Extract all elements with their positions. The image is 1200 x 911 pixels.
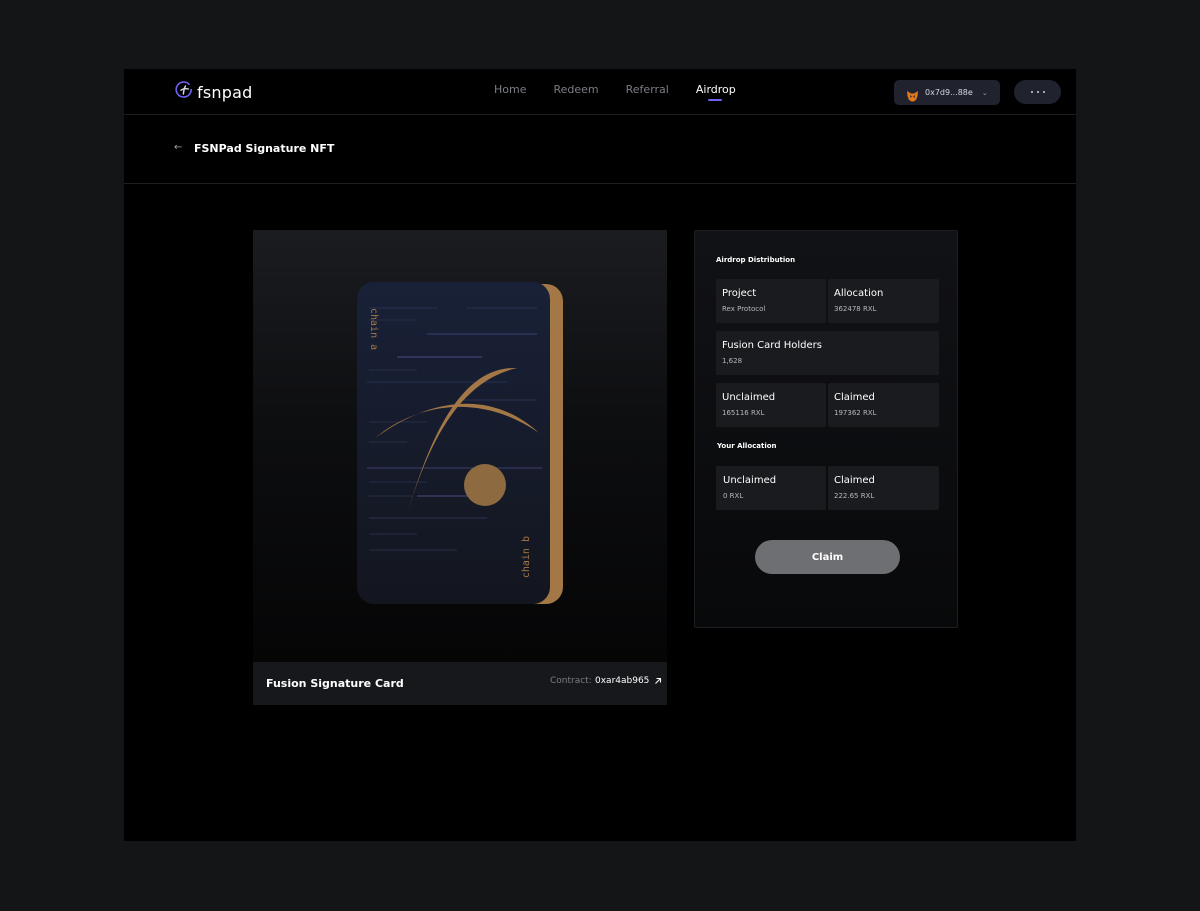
your-unclaimed-label: Unclaimed [723, 475, 777, 486]
your-unclaimed-value: 0 RXL [723, 492, 744, 500]
wallet-button[interactable]: 0x7d9...88e ⌄ [894, 80, 1000, 105]
project-label: Project [722, 288, 757, 299]
page-header: ← FSNPad Signature NFT [124, 115, 1076, 184]
card-text-bottom: chain b [521, 536, 532, 579]
main-nav: Home Redeem Referral Airdrop [494, 69, 763, 115]
holders-label: Fusion Card Holders [722, 340, 822, 351]
brand-name: fsnpad [197, 82, 253, 102]
back-arrow-icon[interactable]: ← [174, 142, 182, 153]
stat-project: Project Rex Protocol [716, 279, 826, 323]
stat-your-unclaimed: Unclaimed 0 RXL [716, 466, 826, 510]
app-window: fsnpad Home Redeem Referral Airdrop 0x7d… [124, 69, 1076, 841]
stat-your-claimed: Claimed 222.65 RXL [828, 466, 939, 510]
top-header: fsnpad Home Redeem Referral Airdrop 0x7d… [124, 69, 1076, 115]
airdrop-panel: Airdrop Distribution Project Rex Protoco… [694, 230, 958, 628]
allocation-label: Allocation [834, 288, 884, 299]
nft-name: Fusion Signature Card [266, 677, 404, 690]
your-claimed-value: 222.65 RXL [834, 492, 875, 500]
nft-caption-bar: Fusion Signature Card Contract: 0xar4ab9… [253, 662, 667, 705]
unclaimed-value: 165116 RXL [722, 409, 765, 417]
nav-home[interactable]: Home [494, 69, 526, 115]
claim-button[interactable]: Claim [755, 540, 900, 574]
holders-value: 1,628 [722, 357, 743, 365]
wallet-address: 0x7d9...88e [925, 88, 973, 97]
card-text-top: chain a [368, 308, 379, 351]
project-value: Rex Protocol [722, 305, 766, 313]
your-allocation-title: Your Allocation [717, 442, 777, 450]
fsnpad-logo-icon [175, 81, 193, 103]
stat-claimed: Claimed 197362 RXL [828, 383, 939, 427]
contract-link[interactable]: 0xar4ab965 [595, 676, 662, 686]
nft-preview-panel: chain a chain b [253, 230, 667, 662]
airdrop-distribution-title: Airdrop Distribution [716, 256, 796, 264]
stat-unclaimed: Unclaimed 165116 RXL [716, 383, 826, 427]
external-link-icon [654, 677, 662, 685]
unclaimed-label: Unclaimed [722, 392, 776, 403]
contract-address: 0xar4ab965 [595, 676, 650, 686]
contract-label: Contract: [550, 676, 592, 686]
claimed-value: 197362 RXL [834, 409, 877, 417]
chevron-down-icon: ⌄ [981, 88, 988, 97]
nav-airdrop[interactable]: Airdrop [696, 69, 736, 115]
brand-logo[interactable]: fsnpad [175, 81, 252, 103]
dots-icon [1030, 91, 1033, 93]
your-claimed-label: Claimed [834, 475, 875, 486]
claimed-label: Claimed [834, 392, 875, 403]
nav-referral[interactable]: Referral [626, 69, 669, 115]
stat-card-holders: Fusion Card Holders 1,628 [716, 331, 939, 375]
page-title: FSNPad Signature NFT [194, 142, 335, 155]
nav-redeem[interactable]: Redeem [553, 69, 598, 115]
more-menu-button[interactable] [1014, 80, 1061, 104]
nft-card: chain a chain b [357, 282, 563, 606]
metamask-fox-icon [906, 87, 919, 101]
allocation-value: 362478 RXL [834, 305, 877, 313]
stat-allocation: Allocation 362478 RXL [828, 279, 939, 323]
